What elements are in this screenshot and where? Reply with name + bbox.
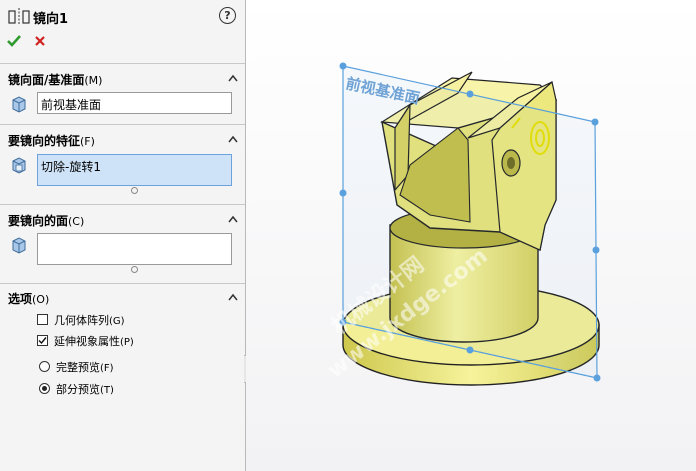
graphics-viewport[interactable]: 前视基准面 机械设计网 www.jxdge.com [246, 0, 696, 471]
help-icon[interactable]: ? [219, 7, 236, 24]
ok-button[interactable] [7, 34, 21, 48]
chevron-up-icon[interactable] [228, 135, 238, 143]
geometry-pattern-checkbox[interactable] [37, 314, 48, 325]
section-divider [0, 124, 245, 125]
section-title-features[interactable]: 要镜向的特征(F) [8, 132, 95, 149]
full-preview-label: 完整预览(F) [56, 361, 114, 374]
full-preview-radio[interactable] [39, 361, 50, 372]
section-divider [0, 63, 245, 64]
close-icon [35, 36, 45, 46]
list-resize-handle[interactable] [131, 266, 138, 273]
section-title-options[interactable]: 选项(O) [8, 290, 49, 307]
faces-to-mirror-list[interactable] [37, 233, 232, 265]
property-manager-panel: 镜向1 ? 镜向面/基准面(M) 前视基准面 要镜向的特征(F) 切除-旋转1 … [0, 0, 246, 471]
partial-preview-radio[interactable] [39, 383, 50, 394]
chevron-up-icon[interactable] [228, 74, 238, 82]
features-to-mirror-list[interactable]: 切除-旋转1 [37, 154, 232, 186]
checkmark-icon [7, 35, 21, 47]
chevron-up-icon[interactable] [228, 215, 238, 223]
mirror-plane-field[interactable]: 前视基准面 [37, 92, 232, 114]
model-view: 前视基准面 机械设计网 www.jxdge.com [323, 62, 601, 386]
section-divider [0, 283, 245, 284]
propagate-visual-checkbox[interactable] [37, 335, 48, 346]
chevron-up-icon[interactable] [228, 293, 238, 301]
panel-title: 镜向1 [33, 12, 69, 27]
partial-preview-label: 部分预览(T) [56, 383, 114, 396]
list-resize-handle[interactable] [131, 187, 138, 194]
mirror-feature-icon [8, 8, 30, 24]
feature-selection-icon [12, 157, 26, 174]
propagate-visual-label: 延伸视象属性(P) [54, 335, 134, 348]
face-selection-icon [12, 96, 26, 113]
face-selection-icon [12, 237, 26, 254]
panel-header: 镜向1 ? [8, 7, 238, 27]
section-divider [0, 204, 245, 205]
cancel-button[interactable] [33, 34, 47, 48]
section-title-mirror-plane[interactable]: 镜向面/基准面(M) [8, 71, 102, 88]
checkmark-icon [38, 337, 47, 345]
geometry-pattern-label: 几何体阵列(G) [54, 314, 125, 327]
section-title-faces[interactable]: 要镜向的面(C) [8, 212, 84, 229]
